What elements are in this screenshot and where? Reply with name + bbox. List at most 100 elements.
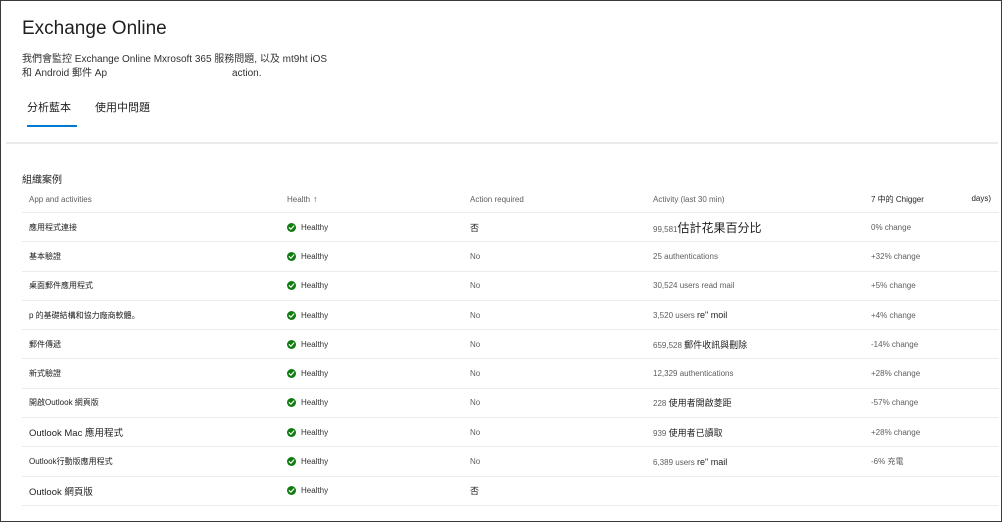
health-label: Healthy <box>301 457 329 467</box>
activity: 3,520 users re" moil <box>653 310 871 320</box>
table-row[interactable]: 開啟Outlook 網頁版 Healthy No 228 使用者開啟菱距 -57% ch… <box>22 389 999 419</box>
app-name[interactable]: 應用程式連接 <box>22 222 287 233</box>
healthy-check-icon <box>287 486 296 496</box>
sort-ascending-icon: ↑ <box>313 194 318 204</box>
health-status: Healthy <box>287 369 470 379</box>
page-title: Exchange Online <box>22 18 167 39</box>
activity-count: 6,389 users <box>653 457 695 467</box>
change-value: -57% change <box>871 398 919 408</box>
column-header-health-label: Health <box>287 195 311 204</box>
action-required: No <box>470 369 481 379</box>
activity-count: 939 <box>653 428 667 438</box>
action-required: No <box>470 310 481 320</box>
table-row[interactable]: 郵件傳遞 Healthy No 659,528 郵件收訊與刪除 -14% change <box>22 330 999 360</box>
tab-analysis[interactable]: 分析藍本 <box>27 99 77 127</box>
app-name[interactable]: Outlook 網頁版 <box>22 484 287 498</box>
activity: 228 使用者開啟菱距 <box>653 396 871 409</box>
column-header-activity[interactable]: Activity (last 30 min) <box>653 195 871 204</box>
column-header-app[interactable]: App and activities <box>22 195 287 204</box>
action-required: No <box>470 398 481 408</box>
table-row[interactable]: p 的基礎結構和協力廠商軟體。 Healthy No 3,520 users re" … <box>22 301 999 331</box>
column-header-action[interactable]: Action required <box>470 195 653 204</box>
table-row[interactable]: 桌面郵件應用程式 Healthy No 30,524 users read mail +… <box>22 272 999 301</box>
health-status: Healthy <box>287 222 470 232</box>
activity-count: 3,520 users <box>653 311 695 321</box>
activity-count: 25 authentications <box>653 251 718 261</box>
healthy-check-icon <box>287 398 296 408</box>
health-label: Healthy <box>301 398 329 408</box>
table-row[interactable]: 新式驗證 Healthy No 12,329 authentications +28% … <box>22 359 999 389</box>
health-status: Healthy <box>287 457 470 467</box>
health-label: Healthy <box>301 310 329 320</box>
column-header-change-a: 7 中的 Chigger <box>871 194 924 204</box>
app-name[interactable]: 基本驗證 <box>22 251 287 262</box>
tab-active-issues[interactable]: 使用中問題 <box>95 99 150 127</box>
activity: 30,524 users read mail <box>653 281 871 290</box>
app-name[interactable]: Outlook行動版應用程式 <box>22 456 287 467</box>
table-header: App and activities Health ↑ Action requir… <box>22 186 999 213</box>
activity-count: 99,581 <box>653 224 678 234</box>
table-body: 應用程式連接 Healthy 否 99,581估計花果百分比 0% change 基本驗證… <box>22 213 999 506</box>
activity: 12,329 authentications <box>653 369 871 378</box>
healthy-check-icon <box>287 369 296 379</box>
activity: 6,389 users re" mail <box>653 457 871 467</box>
action-required: No <box>470 427 481 437</box>
app-name[interactable]: p 的基礎結構和協力廠商軟體。 <box>22 310 287 321</box>
app-name[interactable]: 桌面郵件應用程式 <box>22 280 287 291</box>
activity-detail: re" moil <box>697 310 728 321</box>
health-status: Healthy <box>287 427 470 437</box>
activity-detail: 郵件收訊與刪除 <box>684 339 748 350</box>
app-name[interactable]: 郵件傳遞 <box>22 339 287 350</box>
healthy-check-icon <box>287 222 296 232</box>
table-row[interactable]: Outlook 網頁版 Healthy 否 <box>22 477 999 506</box>
table-row[interactable]: 應用程式連接 Healthy 否 99,581估計花果百分比 0% change <box>22 213 999 243</box>
change-value: +32% change <box>871 251 921 261</box>
health-status: Healthy <box>287 310 470 320</box>
action-required: No <box>470 251 481 261</box>
activity: 939 使用者已讀取 <box>653 426 871 439</box>
table-row[interactable]: Outlook行動版應用程式 Healthy No 6,389 users re" m… <box>22 447 999 477</box>
action-required: No <box>470 339 481 349</box>
health-status: Healthy <box>287 339 470 349</box>
app-name[interactable]: 新式驗證 <box>22 368 287 379</box>
health-label: Healthy <box>301 251 329 261</box>
health-label: Healthy <box>301 339 329 349</box>
change-value: -14% change <box>871 339 919 349</box>
change-value: +28% change <box>871 427 921 437</box>
health-status: Healthy <box>287 398 470 408</box>
healthy-check-icon <box>287 310 296 320</box>
activity-detail: 使用者開啟菱距 <box>668 398 732 409</box>
change-value: +5% change <box>871 281 916 291</box>
change-value: +28% change <box>871 369 921 379</box>
health-table: App and activities Health ↑ Action requir… <box>22 186 999 506</box>
divider <box>6 142 998 144</box>
change-value: -6% 充電 <box>871 457 904 467</box>
action-required: 否 <box>470 486 480 497</box>
app-name[interactable]: Outlook Mac 應用程式 <box>22 425 287 439</box>
description-line-2a: 和 Android 郵件 Ap <box>22 68 108 79</box>
activity-detail: 使用者已讀取 <box>668 427 723 438</box>
table-row[interactable]: 基本驗證 Healthy No 25 authentications +32% chan… <box>22 242 999 272</box>
activity: 659,528 郵件收訊與刪除 <box>653 338 871 351</box>
section-label: 組織案例 <box>22 175 62 186</box>
activity-count: 659,528 <box>653 340 682 350</box>
health-label: Healthy <box>301 222 329 232</box>
column-header-change[interactable]: 7 中的 Chigger days) <box>871 194 999 205</box>
activity-detail: 估計花果百分比 <box>677 220 762 235</box>
action-required: 否 <box>470 222 480 233</box>
app-window: Exchange Online 我們會監控 Exchange Online Mx… <box>0 0 1002 522</box>
table-row[interactable]: Outlook Mac 應用程式 Healthy No 939 使用者已讀取 +28% … <box>22 418 999 448</box>
health-label: Healthy <box>301 427 329 437</box>
column-header-health[interactable]: Health ↑ <box>287 194 470 204</box>
activity: 99,581估計花果百分比 <box>653 219 871 236</box>
app-name[interactable]: 開啟Outlook 網頁版 <box>22 397 287 408</box>
change-value: +4% change <box>871 310 916 320</box>
health-label: Healthy <box>301 369 329 379</box>
healthy-check-icon <box>287 457 296 467</box>
tab-bar: 分析藍本 使用中問題 <box>27 99 150 127</box>
activity-count: 30,524 users read mail <box>653 281 735 291</box>
health-status: Healthy <box>287 281 470 291</box>
activity-count: 12,329 authentications <box>653 369 734 379</box>
action-required: No <box>470 281 481 291</box>
change-value: 0% change <box>871 222 912 232</box>
